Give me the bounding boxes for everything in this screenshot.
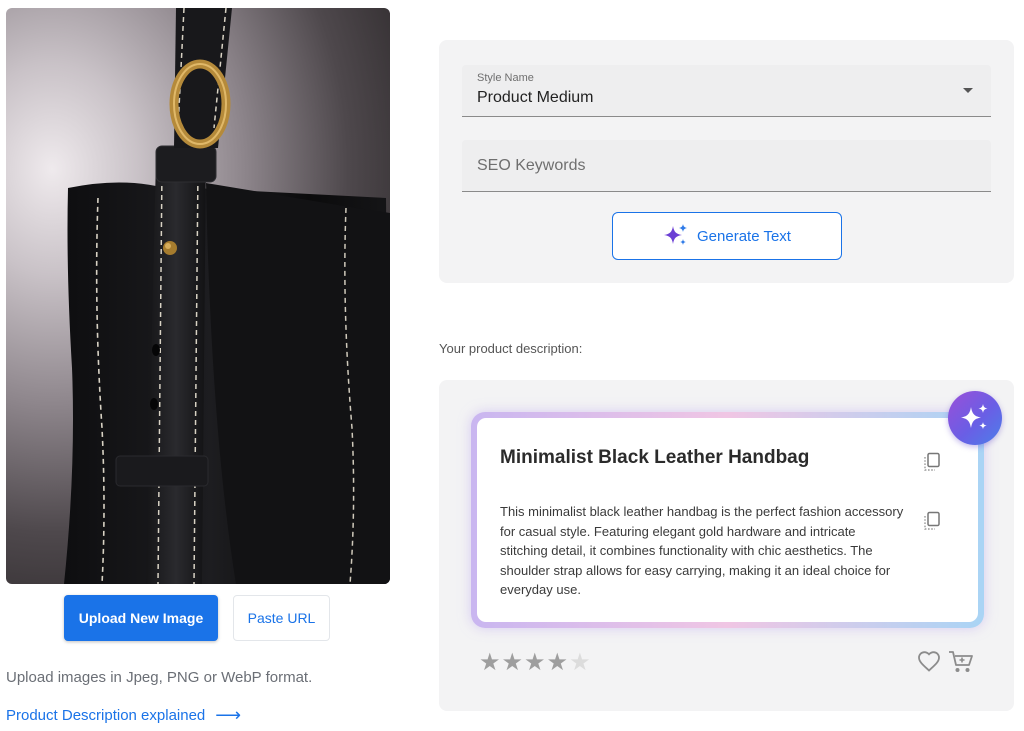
result-panel: Minimalist Black Leather Handbag This mi… — [439, 380, 1014, 711]
paste-url-button[interactable]: Paste URL — [233, 595, 330, 641]
copy-icon[interactable] — [923, 452, 941, 472]
product-image — [6, 8, 390, 584]
sparkle-icon — [961, 404, 988, 430]
style-name-value: Product Medium — [477, 89, 594, 106]
product-description-explained-link[interactable]: Product Description explained ⟶ — [6, 705, 242, 725]
arrow-right-icon: ⟶ — [215, 705, 242, 725]
cart-icon[interactable] — [948, 650, 974, 674]
ai-sparkle-badge — [948, 391, 1002, 445]
product-description-heading: Your product description: — [439, 341, 583, 356]
generate-text-button[interactable]: Generate Text — [612, 212, 842, 260]
star-icon[interactable]: ★ — [502, 650, 524, 674]
description-card-inner: Minimalist Black Leather Handbag This mi… — [477, 418, 978, 622]
star-rating[interactable]: ★ ★ ★ ★ ★ — [479, 650, 591, 674]
star-icon[interactable]: ★ — [524, 650, 546, 674]
product-description-text: This minimalist black leather handbag is… — [500, 504, 904, 597]
star-icon[interactable]: ★ — [479, 650, 501, 674]
seo-keywords-field — [462, 140, 991, 192]
explain-link-label: Product Description explained — [6, 707, 206, 724]
style-name-label: Style Name — [477, 72, 534, 84]
generate-text-label: Generate Text — [697, 227, 791, 245]
style-name-select[interactable]: Style Name Product Medium — [462, 65, 991, 117]
star-icon[interactable]: ★ — [569, 650, 591, 674]
seo-keywords-input[interactable] — [462, 140, 991, 191]
product-title: Minimalist Black Leather Handbag — [500, 447, 810, 468]
generation-settings-panel: Style Name Product Medium Generate Text — [439, 40, 1014, 283]
dropdown-caret-icon — [963, 88, 973, 93]
upload-new-image-button[interactable]: Upload New Image — [64, 595, 218, 641]
upload-format-hint: Upload images in Jpeg, PNG or WebP forma… — [6, 669, 313, 686]
description-card: Minimalist Black Leather Handbag This mi… — [471, 412, 984, 628]
handbag-illustration — [64, 8, 390, 584]
copy-icon[interactable] — [923, 511, 941, 531]
sparkle-icon — [664, 224, 688, 245]
star-icon[interactable]: ★ — [547, 650, 569, 674]
heart-icon[interactable] — [917, 650, 941, 674]
